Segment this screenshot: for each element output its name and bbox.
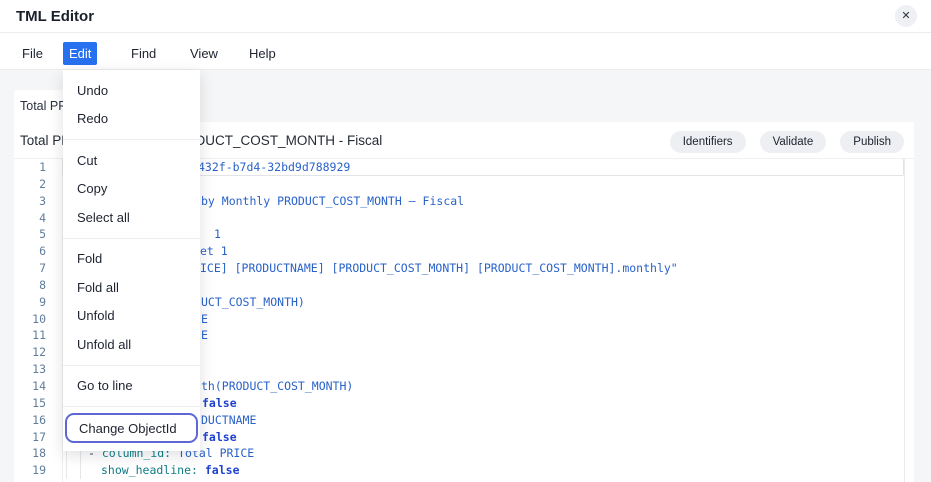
close-icon[interactable]: ✕ [895, 5, 917, 27]
code-line[interactable]: 19 show_headline: false [14, 462, 914, 479]
line-number: 14 [14, 379, 46, 393]
menubar-item-help[interactable]: Help [243, 42, 282, 65]
code-text: DUCTNAME [201, 413, 256, 427]
line-number: 6 [14, 244, 46, 258]
menu-group: FoldFold allUnfoldUnfold all [63, 238, 200, 365]
line-number: 18 [14, 446, 46, 460]
line-number: 17 [14, 430, 46, 444]
menu-group: CutCopySelect all [63, 139, 200, 238]
code-text: th(PRODUCT_COST_MONTH) [201, 379, 353, 393]
line-number: 2 [14, 177, 46, 191]
menubar-item-edit[interactable]: Edit [63, 42, 97, 65]
line-number: 16 [14, 413, 46, 427]
publish-button[interactable]: Publish [840, 131, 904, 153]
line-number: 12 [14, 345, 46, 359]
line-number: 11 [14, 328, 46, 342]
line-number: 1 [14, 160, 46, 174]
menu-group: UndoRedo [63, 70, 200, 139]
code-text: false [202, 396, 237, 410]
line-number: 8 [14, 278, 46, 292]
editor-actions: Identifiers Validate Publish [670, 131, 904, 153]
code-text: UCT_COST_MONTH) [201, 295, 305, 309]
line-number: 15 [14, 396, 46, 410]
code-text: 1 [214, 227, 221, 241]
menu-item-go-to-line[interactable]: Go to line [63, 372, 200, 401]
menu-item-copy[interactable]: Copy [63, 175, 200, 204]
menu-group: Go to line [63, 365, 200, 407]
menu-item-undo[interactable]: Undo [63, 76, 200, 105]
code-text: E [201, 312, 208, 326]
line-number: 13 [14, 362, 46, 376]
menubar-item-view[interactable]: View [184, 42, 224, 65]
menu-item-redo[interactable]: Redo [63, 105, 200, 134]
validate-button[interactable]: Validate [760, 131, 827, 153]
code-text: 432f-b7d4-32bd9d788929 [198, 160, 350, 174]
code-text: false [202, 430, 237, 444]
window-title: TML Editor [16, 8, 94, 25]
menu-item-cut[interactable]: Cut [63, 146, 200, 175]
menu-item-select-all[interactable]: Select all [63, 203, 200, 232]
line-number: 4 [14, 211, 46, 225]
line-number: 3 [14, 194, 46, 208]
code-text: et 1 [200, 244, 228, 258]
edit-dropdown-menu: UndoRedoCutCopySelect allFoldFold allUnf… [63, 70, 200, 451]
identifiers-button[interactable]: Identifiers [670, 131, 746, 153]
line-number: 5 [14, 227, 46, 241]
tml-editor-window: TML Editor ✕ FileEditFindViewHelp Total … [0, 0, 931, 482]
menubar-item-find[interactable]: Find [125, 42, 162, 65]
indent-guide [66, 462, 67, 479]
code-text: ICE] [PRODUCTNAME] [PRODUCT_COST_MONTH] … [200, 261, 678, 275]
indent-guide [80, 462, 81, 479]
menu-item-fold[interactable]: Fold [63, 245, 200, 274]
menu-bar: File Edit Find View Help [0, 33, 931, 70]
title-bar: TML Editor ✕ [0, 0, 931, 33]
code-text: show_headline: false [101, 463, 240, 477]
code-text: by Monthly PRODUCT_COST_MONTH — Fiscal [201, 194, 464, 208]
menu-item-unfold-all[interactable]: Unfold all [63, 330, 200, 359]
menu-group: Change ObjectId [63, 406, 200, 449]
code-text: E [201, 328, 208, 342]
line-number: 19 [14, 463, 46, 477]
line-number: 9 [14, 295, 46, 309]
menu-item-fold-all[interactable]: Fold all [63, 273, 200, 302]
menu-item-change-objectid[interactable]: Change ObjectId [65, 413, 198, 443]
menu-item-unfold[interactable]: Unfold [63, 302, 200, 331]
menubar-item-file[interactable]: File [16, 42, 49, 65]
line-number: 10 [14, 312, 46, 326]
line-number: 7 [14, 261, 46, 275]
